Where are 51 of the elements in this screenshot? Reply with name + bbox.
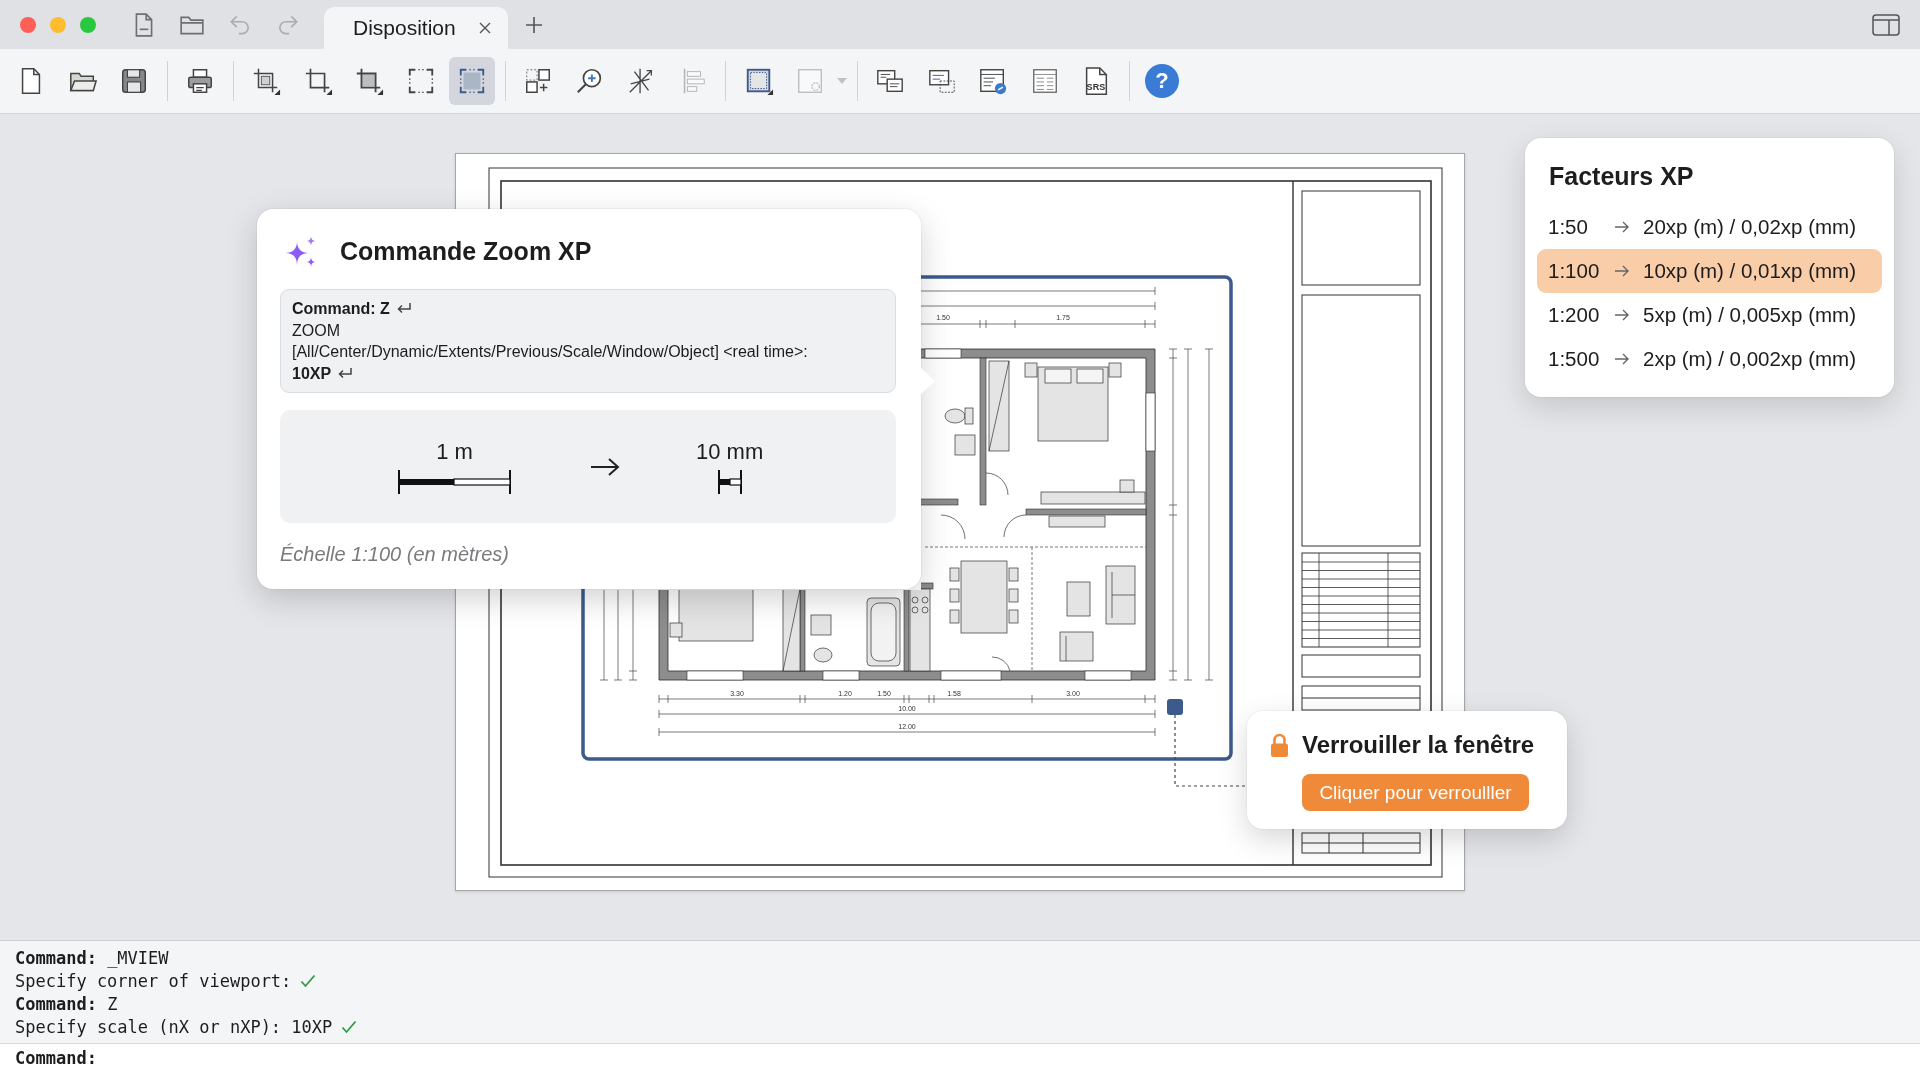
corner-brackets-icon (457, 66, 487, 96)
factor-row[interactable]: 1:500 2xp (m) / 0,002xp (mm) (1537, 337, 1882, 381)
scale-ratio: 1:500 (1548, 347, 1601, 371)
scale-ratio: 1:50 (1548, 215, 1589, 239)
scale-bar-icon (717, 470, 742, 494)
split-frames-icon (523, 66, 553, 96)
console-line: Command: _MVIEW (15, 947, 169, 968)
command-text: ZOOM (292, 320, 340, 341)
scale-caption: Échelle 1:100 (en mètres) (280, 542, 510, 566)
toolbar-button[interactable] (449, 57, 495, 105)
factor-value: 2xp (m) / 0,002xp (mm) (1643, 347, 1857, 371)
scale-label: 10 mm (696, 439, 764, 464)
command-text: Command: Z (292, 299, 390, 319)
printer-icon (185, 66, 215, 96)
panel-title: Facteurs XP (1548, 161, 1695, 191)
sidebar-layout-icon (1872, 13, 1900, 36)
scale-label: 1 m (436, 439, 473, 464)
arrow-icon (1614, 220, 1630, 234)
plus-icon (524, 14, 544, 35)
scale-ratio: 1:100 (1548, 259, 1601, 283)
factor-row[interactable]: 1:100 10xp (m) / 0,01xp (mm) (1537, 249, 1882, 293)
arrow-icon (1614, 264, 1630, 278)
factor-row[interactable]: 1:200 5xp (m) / 0,005xp (mm) (1537, 293, 1882, 337)
crop-frame-icon (251, 66, 281, 96)
viewport-handle[interactable] (1167, 699, 1183, 715)
popup-title: Commande Zoom XP (340, 236, 592, 266)
factor-value: 5xp (m) / 0,005xp (mm) (1643, 303, 1857, 327)
sidebar-toggle-button[interactable] (1872, 12, 1900, 37)
scale-bar-icon (398, 470, 511, 494)
arrow-icon (1614, 352, 1630, 366)
toolbar-button[interactable]: SRS (1073, 57, 1119, 105)
console-line: Specify scale (nX or nXP): 10XP (15, 1016, 333, 1037)
arrow-icon (590, 456, 620, 477)
tab[interactable]: Disposition (324, 7, 508, 49)
help-button[interactable]: ? (1145, 64, 1179, 98)
window-badge-icon (978, 66, 1008, 96)
crop-icon (354, 66, 384, 96)
arrow-icon (1614, 308, 1630, 322)
close-icon (478, 21, 492, 35)
factor-value: 20xp (m) / 0,02xp (mm) (1643, 215, 1857, 239)
factor-value: 10xp (m) / 0,01xp (mm) (1643, 259, 1857, 283)
prompt-label: Command: (15, 1048, 97, 1068)
scale-ratio: 1:200 (1548, 303, 1601, 327)
command-text: 10XP (292, 363, 332, 384)
popup-title: Verrouiller la fenêtre (1302, 731, 1535, 759)
factor-row[interactable]: 1:50 20xp (m) / 0,02xp (mm) (1537, 205, 1882, 249)
lock-icon (1270, 732, 1289, 758)
command-text: [All/Center/Dynamic/Extents/Previous/Scale/Window/Object] <real time>: (292, 342, 808, 362)
command-input-field[interactable]: Command: (0, 1043, 1920, 1072)
console-line: Specify corner of viewport: (15, 970, 292, 991)
console-line: Command: Z (15, 993, 118, 1014)
